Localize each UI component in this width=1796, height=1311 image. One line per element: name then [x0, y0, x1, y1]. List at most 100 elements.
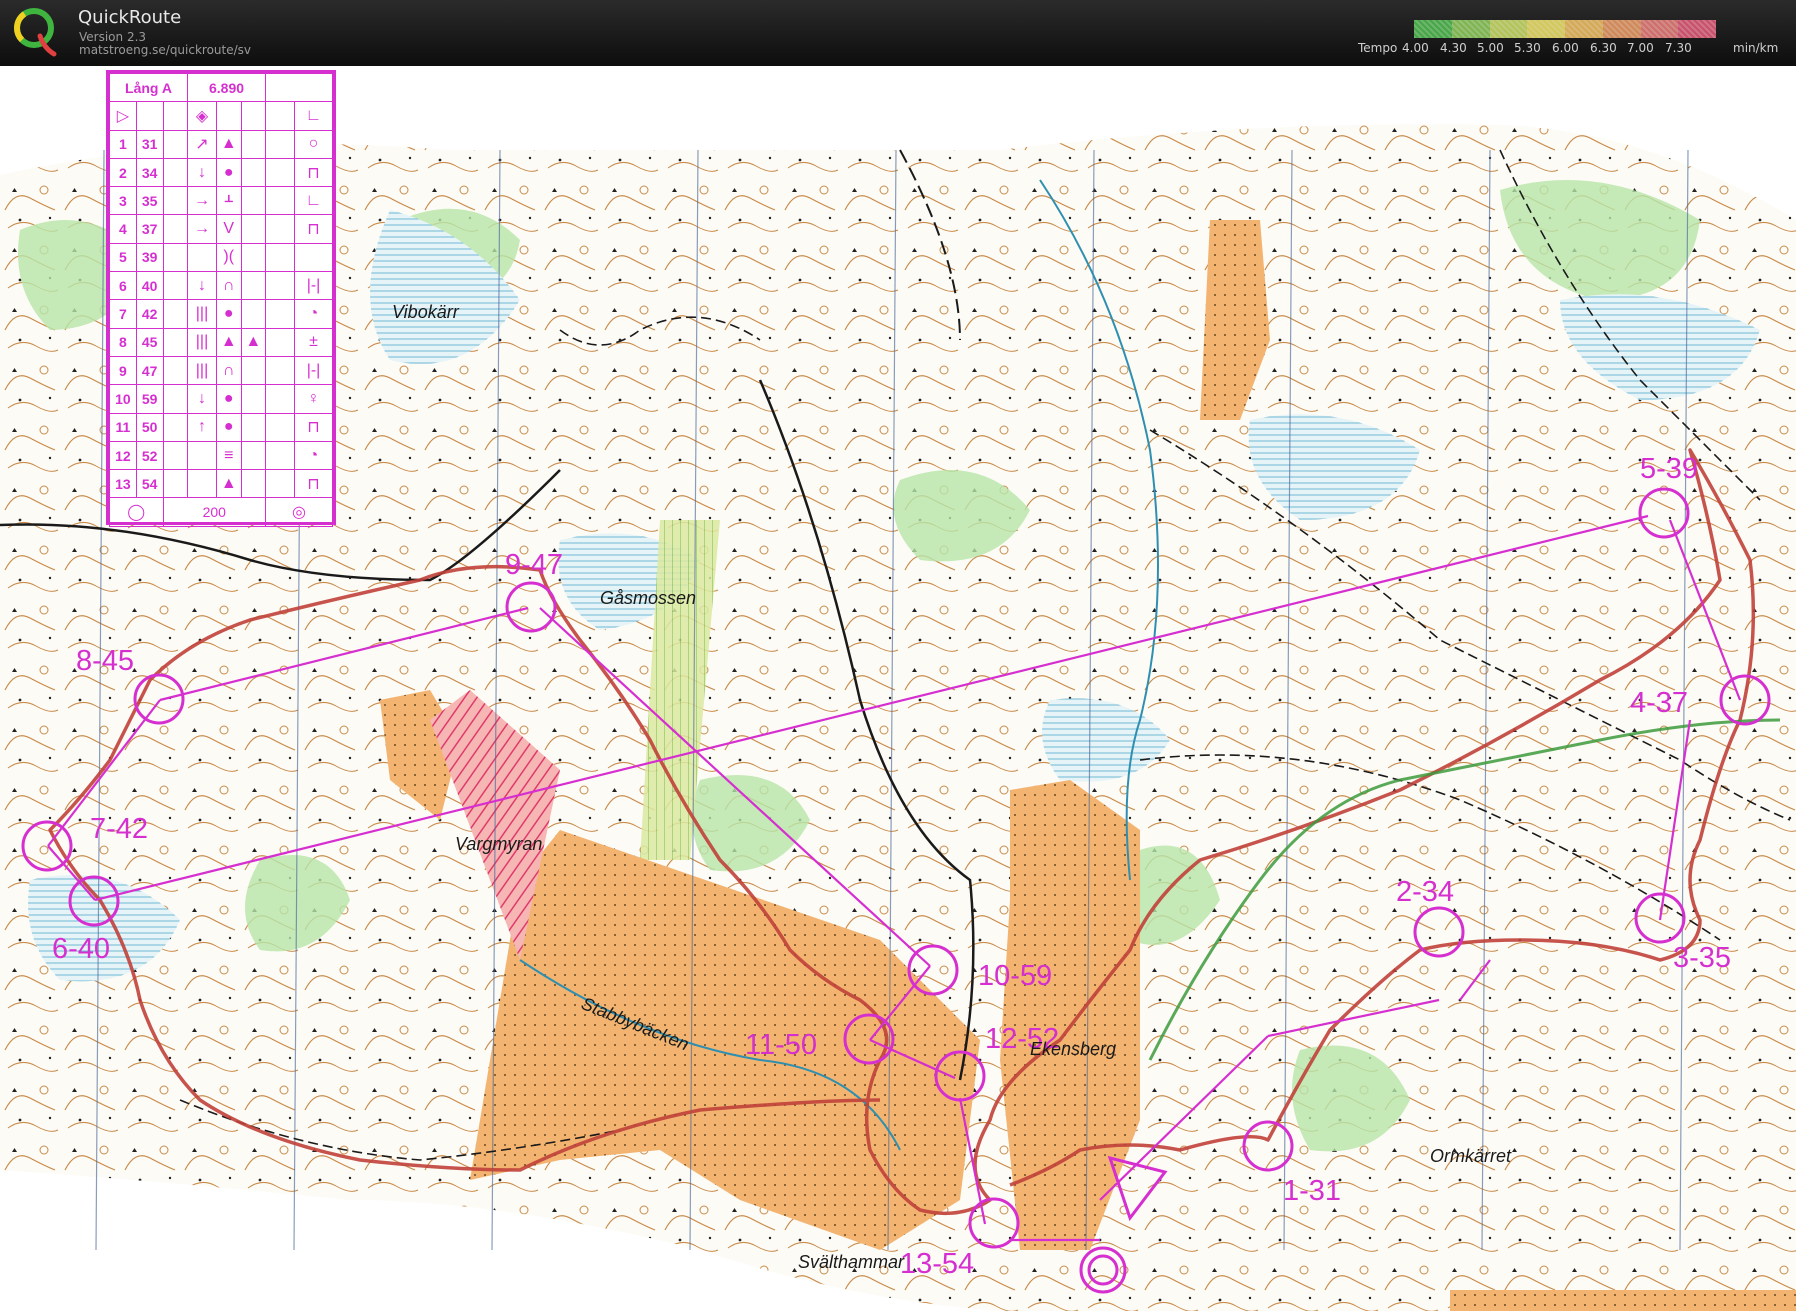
control-appearance [240, 299, 267, 329]
control-which [162, 242, 189, 273]
start-feature-icon: ◈ [187, 101, 217, 131]
control-code: 59 [135, 384, 164, 414]
control-location: ○ [294, 129, 333, 159]
control-dimension [265, 129, 296, 159]
control-label-10: 10-59 [978, 960, 1052, 992]
pace-color-segment [1451, 20, 1490, 38]
control-feature: ∩ [216, 271, 242, 301]
control-row: 4 37 → V ⊓ [109, 214, 333, 244]
control-number: 8 [109, 327, 137, 357]
start-symbol-icon: ▷ [109, 101, 137, 131]
control-number: 6 [109, 271, 137, 301]
control-dimension [265, 214, 296, 244]
place-name: Vibokärr [392, 302, 460, 322]
pace-tick: 4.30 [1440, 41, 1467, 55]
control-code: 52 [135, 440, 164, 471]
control-which [162, 355, 189, 386]
pace-color-segment [1678, 20, 1716, 38]
control-row: 3 35 → ᚆ ∟ [109, 186, 333, 216]
pace-color-scale [1414, 20, 1716, 38]
control-direction: → [187, 214, 217, 244]
control-dimension [265, 157, 296, 188]
pace-tick: 6.30 [1590, 41, 1617, 55]
pace-unit: min/km [1733, 41, 1779, 55]
pace-tick: 7.00 [1627, 41, 1654, 55]
control-number: 2 [109, 157, 137, 188]
control-dimension [265, 469, 296, 499]
control-label-3: 3-35 [1673, 942, 1731, 974]
pace-tick: 6.00 [1552, 41, 1579, 55]
control-label-11: 11-50 [745, 1029, 817, 1061]
control-label-1: 1-31 [1283, 1175, 1341, 1207]
control-code: 37 [135, 214, 164, 244]
control-feature: ≡ [216, 440, 242, 471]
control-number: 12 [109, 440, 137, 471]
control-appearance: ▲ [240, 327, 267, 357]
control-location [294, 242, 333, 273]
place-name: Svälthammar [798, 1252, 905, 1272]
control-label-2: 2-34 [1396, 876, 1454, 908]
pace-tick: 5.30 [1514, 41, 1541, 55]
control-code: 31 [135, 129, 164, 159]
control-location: |-| [294, 355, 333, 386]
pace-color-segment [1602, 20, 1641, 38]
control-location: ⊓ [294, 214, 333, 244]
control-direction [187, 440, 217, 471]
control-label-7: 7-42 [90, 813, 148, 845]
control-rows: 1 31 ↗ ▲ ○ 2 34 ↓ ● ⊓ 3 35 → ᚆ ∟ 4 37 → V ⊓ 5 39)(6 40 ↓ ∩ |-| 7 42… [109, 129, 333, 499]
control-label-4: 4-37 [1630, 687, 1688, 719]
place-name: Gåsmossen [600, 588, 696, 608]
control-dimension [265, 271, 296, 301]
control-feature: ▲ [216, 327, 242, 357]
pace-tick: 5.00 [1477, 41, 1504, 55]
control-row: 6 40 ↓ ∩ |-| [109, 271, 333, 301]
control-number: 13 [109, 469, 137, 499]
control-dimension [265, 384, 296, 414]
control-direction: ||| [187, 355, 217, 386]
control-location: ◔ [294, 299, 333, 329]
pace-color-segment [1527, 20, 1565, 38]
control-which [162, 384, 189, 414]
control-dimension [265, 299, 296, 329]
control-appearance [240, 384, 267, 414]
pace-color-segment [1489, 20, 1528, 38]
control-number: 3 [109, 186, 137, 216]
control-row: 11 50 ↑ ● ⊓ [109, 412, 333, 442]
pace-color-segment [1565, 20, 1603, 38]
control-row: 13 54 ▲ ⊓ [109, 469, 333, 499]
finish-distance: 200 [162, 497, 267, 527]
control-which [162, 186, 189, 216]
control-code: 50 [135, 412, 164, 442]
control-row: 1 31 ↗ ▲ ○ [109, 129, 333, 159]
control-appearance [240, 242, 267, 273]
control-appearance [240, 412, 267, 442]
control-code: 39 [135, 242, 164, 273]
pace-legend: Tempo 4.00 4.30 5.00 5.30 6.00 6.30 7.00… [1350, 16, 1796, 60]
control-location: ± [294, 327, 333, 357]
control-code: 42 [135, 299, 164, 329]
control-code: 35 [135, 186, 164, 216]
control-location: ♀ [294, 384, 333, 414]
control-which [162, 327, 189, 357]
place-name: Ormkärret [1430, 1146, 1512, 1166]
control-location: |-| [294, 271, 333, 301]
control-dimension [265, 355, 296, 386]
control-feature: ᚆ [216, 186, 242, 216]
control-direction: → [187, 186, 217, 216]
control-direction: ↑ [187, 412, 217, 442]
quickroute-window: QuickRoute Version 2.3 matstroeng.se/qui… [0, 0, 1796, 1311]
control-direction: ↗ [187, 129, 217, 159]
control-direction: ↓ [187, 384, 217, 414]
place-name: Ekensberg [1030, 1039, 1116, 1059]
control-which [162, 412, 189, 442]
course-length: 6.890 [187, 72, 267, 103]
control-code: 54 [135, 469, 164, 499]
control-code: 47 [135, 355, 164, 386]
app-name: QuickRoute [78, 7, 182, 28]
control-number: 7 [109, 299, 137, 329]
pace-tick: 4.00 [1402, 41, 1429, 55]
control-feature: )( [216, 242, 242, 273]
control-feature: ● [216, 384, 242, 414]
control-feature: V [216, 214, 242, 244]
control-dimension [265, 242, 296, 273]
